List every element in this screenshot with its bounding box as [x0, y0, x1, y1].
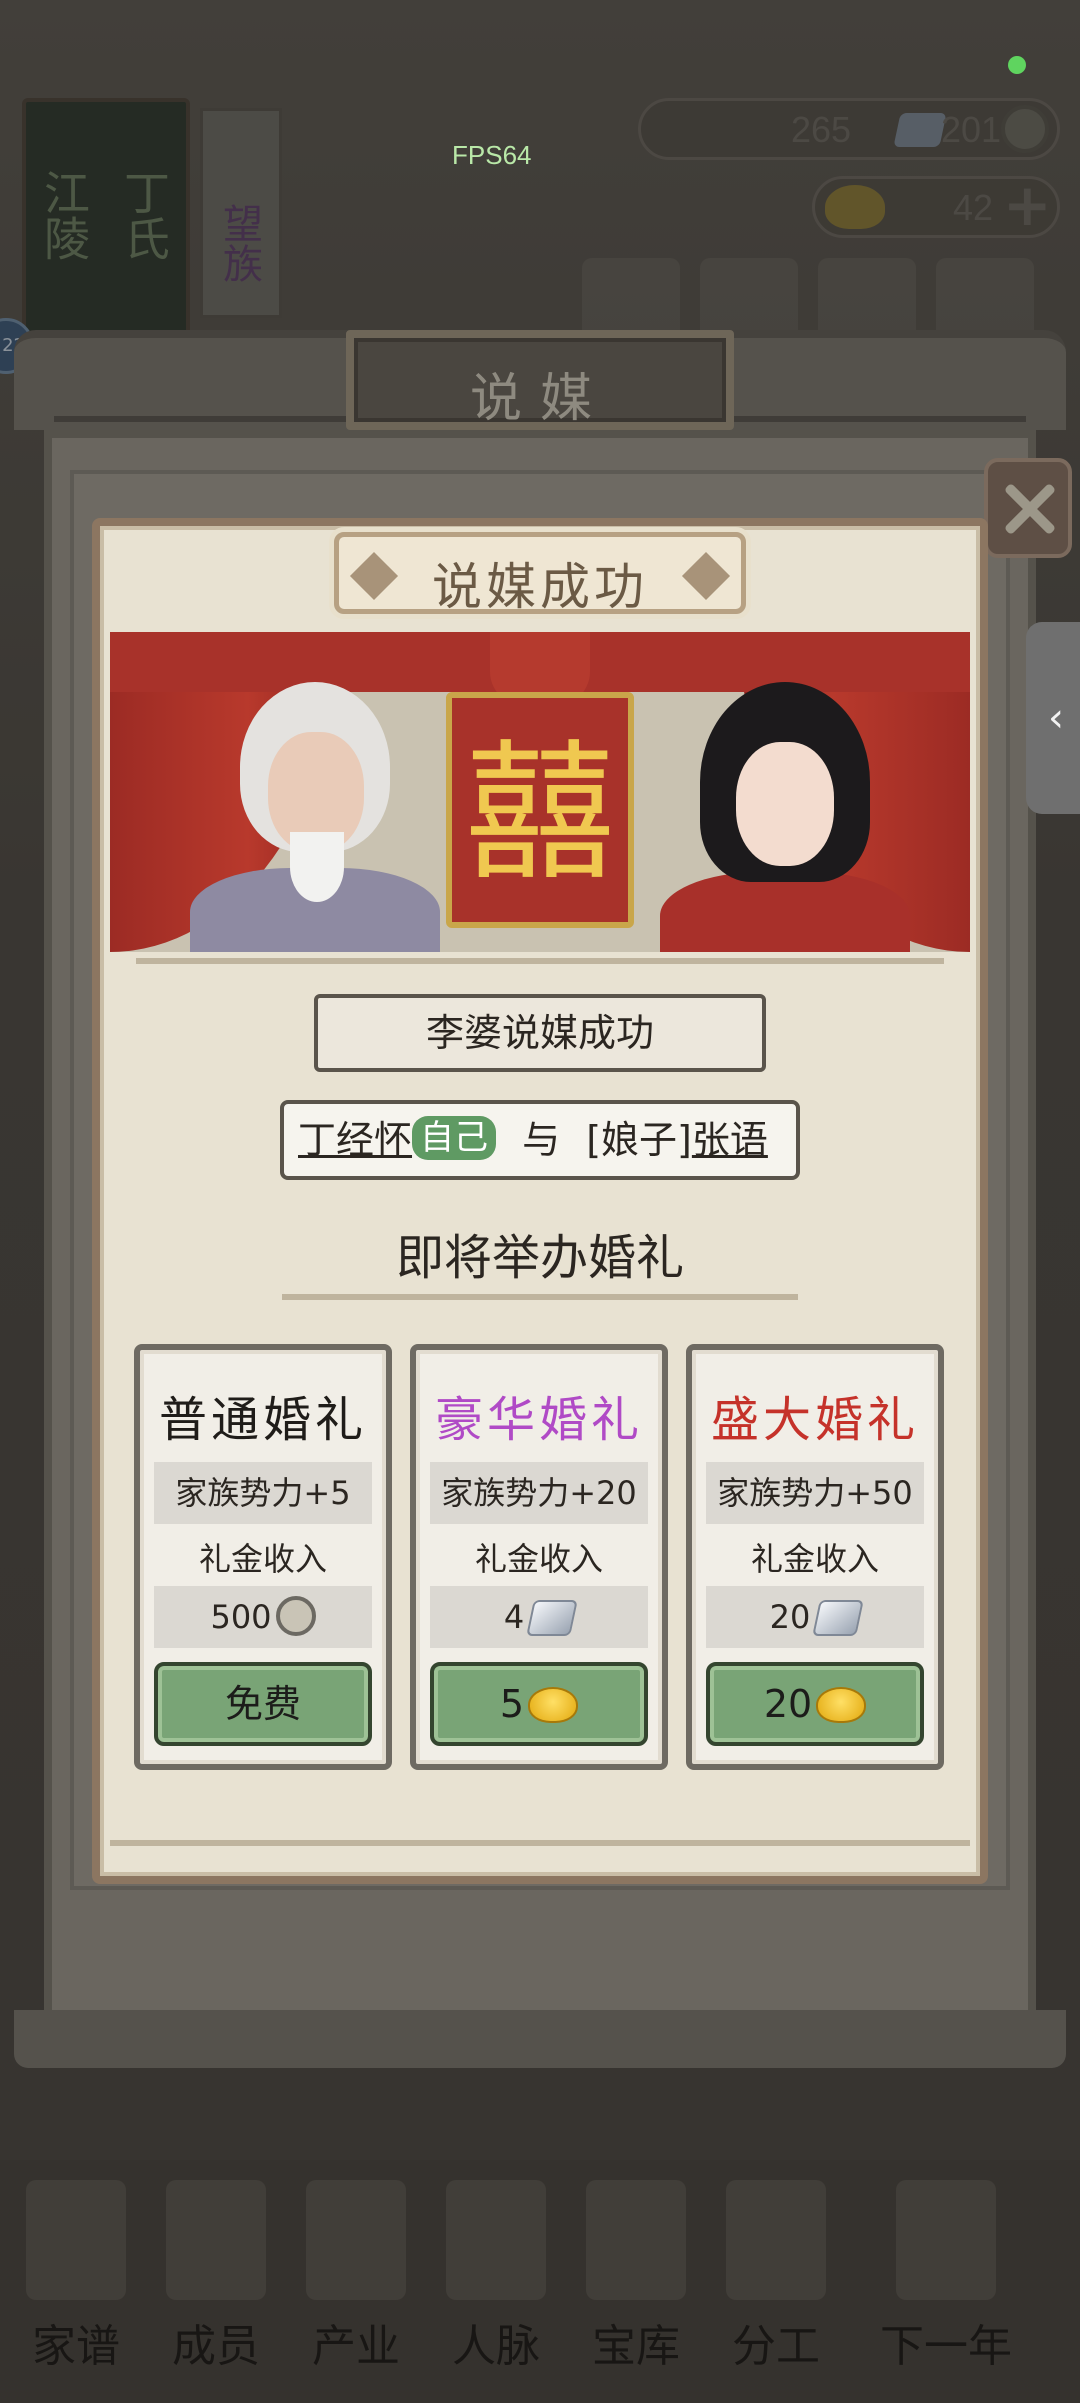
window-title-board: 说媒 — [346, 330, 734, 430]
fps-counter: FPS64 — [452, 140, 532, 170]
wedding-card-grand: 盛大婚礼 家族势力+50 礼金收入 20 20 — [686, 1344, 944, 1770]
self-tag: 自己 — [412, 1116, 497, 1160]
gold-icon — [528, 1687, 579, 1723]
fret-divider — [110, 1840, 970, 1846]
wedding-name: 盛大婚礼 — [710, 1392, 919, 1448]
income-amount: 4 — [503, 1598, 525, 1636]
income-value: 500 — [154, 1586, 372, 1648]
luxury-wedding-button[interactable]: 5 — [430, 1662, 648, 1746]
income-amount: 20 — [769, 1598, 811, 1636]
income-amount: 500 — [210, 1598, 272, 1636]
influence-bonus: 家族势力+50 — [706, 1462, 924, 1524]
wedding-name: 普通婚礼 — [158, 1392, 367, 1448]
income-label: 礼金收入 — [198, 1540, 327, 1578]
status-dot — [1008, 56, 1026, 74]
close-button[interactable] — [984, 458, 1072, 558]
influence-bonus: 家族势力+5 — [154, 1462, 372, 1524]
chevron-left-icon: ‹ — [1048, 695, 1064, 741]
wedding-name: 豪华婚礼 — [434, 1392, 643, 1448]
couple-names: 丁经怀 自己 与 [娘子]张语 — [280, 1100, 800, 1180]
bride-name[interactable]: 张语 — [692, 1118, 768, 1162]
grand-wedding-button[interactable]: 20 — [706, 1662, 924, 1746]
cost-amount: 20 — [763, 1682, 813, 1726]
window-title: 说媒 — [469, 369, 610, 429]
cost-amount: 5 — [499, 1682, 525, 1726]
matchmaker-result: 李婆说媒成功 — [314, 994, 766, 1072]
income-value: 4 — [430, 1586, 648, 1648]
window-base — [14, 2010, 1066, 2068]
wedding-card-luxury: 豪华婚礼 家族势力+20 礼金收入 4 5 — [410, 1344, 668, 1770]
gold-icon — [816, 1687, 867, 1723]
bride-role: [娘子] — [586, 1118, 692, 1162]
wedding-banner: 囍 — [110, 632, 970, 952]
fret-divider — [282, 1294, 798, 1300]
silver-icon — [526, 1600, 578, 1636]
groom-portrait — [180, 672, 450, 952]
dialog-title-plate: 说媒成功 — [334, 532, 746, 616]
connector: 与 — [522, 1118, 561, 1162]
influence-bonus: 家族势力+20 — [430, 1462, 648, 1524]
income-label: 礼金收入 — [474, 1540, 603, 1578]
side-drawer-tab[interactable]: ‹ — [1026, 622, 1080, 814]
coin-icon — [275, 1596, 316, 1636]
income-value: 20 — [706, 1586, 924, 1648]
groom-name[interactable]: 丁经怀 — [298, 1118, 412, 1162]
wedding-subtitle: 即将举办婚礼 — [395, 1230, 684, 1286]
wedding-card-normal: 普通婚礼 家族势力+5 礼金收入 500 免费 — [134, 1344, 392, 1770]
free-wedding-button[interactable]: 免费 — [154, 1662, 372, 1746]
bride-portrait — [650, 672, 920, 952]
dialog-title: 说媒成功 — [432, 558, 648, 616]
double-happiness-char: 囍 — [464, 727, 615, 901]
fret-divider — [136, 958, 944, 964]
double-happiness-emblem: 囍 — [446, 692, 634, 928]
income-label: 礼金收入 — [750, 1540, 879, 1578]
silver-icon — [812, 1600, 865, 1636]
